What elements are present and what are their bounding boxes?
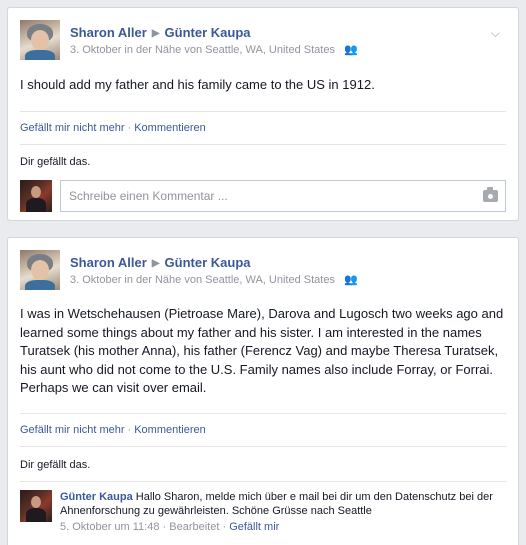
likes-summary: Dir gefällt das.: [20, 459, 91, 471]
post-meta: 3. Oktober in der Nähe von Seattle, WA, …: [70, 273, 358, 286]
friends-audience-icon[interactable]: 👥: [344, 273, 358, 286]
comment-author[interactable]: Günter Kaupa: [60, 491, 133, 503]
friends-audience-icon[interactable]: 👥: [344, 43, 358, 56]
comment-meta: 5. Oktober um 11:48 · Bearbeitet · Gefäl…: [60, 521, 280, 533]
avatar[interactable]: [20, 490, 52, 522]
post-names: Sharon Aller ▶ Günter Kaupa: [70, 25, 251, 40]
post-meta: 3. Oktober in der Nähe von Seattle, WA, …: [70, 43, 358, 56]
likes-summary: Dir gefällt das.: [20, 156, 91, 168]
separator-dot: ·: [127, 424, 132, 436]
comment-text-line: Günter Kaupa Hallo Sharon, melde mich üb…: [60, 490, 506, 518]
post-header: Sharon Aller ▶ Günter Kaupa 3. Oktober in …: [20, 20, 506, 62]
comment-link[interactable]: Kommentieren: [134, 424, 206, 436]
separator-dot: ·: [127, 122, 132, 134]
comment-time[interactable]: 5. Oktober um 11:48: [60, 521, 159, 533]
avatar: [20, 180, 52, 212]
post-timestamp[interactable]: 3. Oktober in der Nähe von Seattle, WA, …: [70, 44, 335, 56]
post-text: I should add my father and his family ca…: [20, 77, 375, 92]
avatar[interactable]: [20, 20, 60, 60]
comment-link[interactable]: Kommentieren: [134, 122, 206, 134]
unlike-link[interactable]: Gefällt mir nicht mehr: [20, 424, 125, 436]
divider: [20, 413, 506, 414]
post-text: I was in Wetschehausen (Pietroase Mare),…: [20, 306, 504, 395]
target-link[interactable]: Günter Kaupa: [165, 25, 251, 40]
post-header: Sharon Aller ▶ Günter Kaupa 3. Oktober in …: [20, 250, 506, 292]
author-link[interactable]: Sharon Aller: [70, 25, 147, 40]
arrow-right-icon: ▶: [151, 28, 160, 39]
unlike-link[interactable]: Gefällt mir nicht mehr: [20, 122, 125, 134]
comment-body: Günter Kaupa Hallo Sharon, melde mich üb…: [60, 490, 506, 534]
comment-input[interactable]: [61, 181, 505, 211]
post-names: Sharon Aller ▶ Günter Kaupa: [70, 255, 251, 270]
arrow-right-icon: ▶: [151, 258, 160, 269]
chevron-down-icon[interactable]: ⌵: [491, 26, 500, 41]
post-card: Sharon Aller ▶ Günter Kaupa 3. Oktober in …: [7, 237, 519, 545]
post-timestamp[interactable]: 3. Oktober in der Nähe von Seattle, WA, …: [70, 274, 335, 286]
divider: [20, 144, 506, 145]
divider: [20, 446, 506, 447]
divider: [20, 481, 506, 482]
post-actions: Gefällt mir nicht mehr · Kommentieren: [20, 424, 206, 436]
camera-icon[interactable]: [483, 187, 498, 202]
comment-like-link[interactable]: Gefällt mir: [229, 521, 279, 533]
avatar[interactable]: [20, 250, 60, 290]
comment-box[interactable]: [60, 180, 506, 212]
post-actions: Gefällt mir nicht mehr · Kommentieren: [20, 122, 206, 134]
post-card: Sharon Aller ▶ Günter Kaupa 3. Oktober in …: [7, 7, 519, 221]
edited-label[interactable]: Bearbeitet: [169, 521, 219, 533]
author-link[interactable]: Sharon Aller: [70, 255, 147, 270]
divider: [20, 111, 506, 112]
comment-composer: [20, 180, 506, 212]
target-link[interactable]: Günter Kaupa: [165, 255, 251, 270]
